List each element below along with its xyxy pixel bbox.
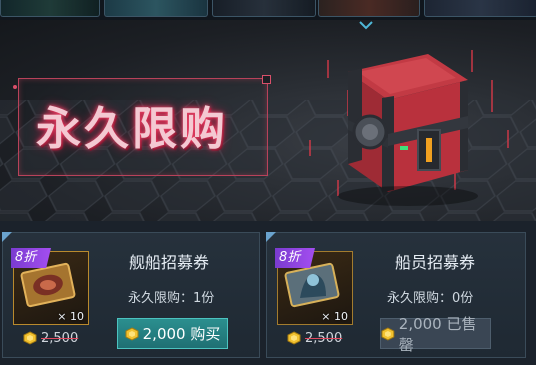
thumbnail-2[interactable] — [104, 0, 208, 17]
item-quantity: × 10 — [321, 310, 348, 323]
original-price-value: 2,500 — [305, 330, 343, 346]
purchase-limit: 永久限购：1份 — [128, 291, 215, 306]
thumbnail-3[interactable] — [212, 0, 316, 17]
card-corner-marker — [2, 232, 12, 242]
thumbnail-4[interactable] — [318, 0, 420, 17]
gold-coin-icon — [381, 327, 395, 340]
purchase-limit: 永久限购：0份 — [387, 291, 474, 306]
item-name: 舰船招募券 — [129, 253, 210, 272]
sold-out-button-label: 2,000 已售罄 — [398, 314, 477, 354]
gold-coin-icon — [287, 331, 301, 345]
gold-coin-icon — [125, 326, 139, 341]
offer-card-ship-ticket: × 10 8折 舰船招募券 永久限购：1份 2,500 2,000 购买 — [2, 232, 260, 358]
gold-coin-icon — [23, 331, 37, 345]
loot-chest-image — [338, 54, 478, 206]
original-price-value: 2,500 — [41, 330, 79, 346]
item-name: 船员招募券 — [395, 253, 476, 272]
thumbnail-5[interactable] — [424, 0, 536, 17]
chevron-down-icon[interactable] — [358, 20, 374, 30]
original-price: 2,500 — [23, 328, 78, 348]
offer-card-crew-ticket: × 10 8折 船员招募券 永久限购：0份 2,500 2,000 已售罄 — [266, 232, 526, 358]
banner-title: 永久限购 — [36, 102, 229, 155]
limited-offer-banner: 永久限购 — [0, 20, 536, 221]
top-thumbnail-strip — [0, 0, 536, 20]
sold-out-button[interactable]: 2,000 已售罄 — [380, 315, 491, 354]
card-corner-marker — [266, 232, 276, 242]
original-price: 2,500 — [287, 328, 342, 348]
buy-button-label: 2,000 购买 — [142, 325, 221, 343]
discount-badge: 8折 — [275, 248, 315, 268]
item-quantity: × 10 — [57, 310, 84, 323]
discount-badge: 8折 — [11, 248, 51, 268]
thumbnail-1[interactable] — [0, 0, 100, 17]
buy-button[interactable]: 2,000 购买 — [117, 318, 228, 349]
